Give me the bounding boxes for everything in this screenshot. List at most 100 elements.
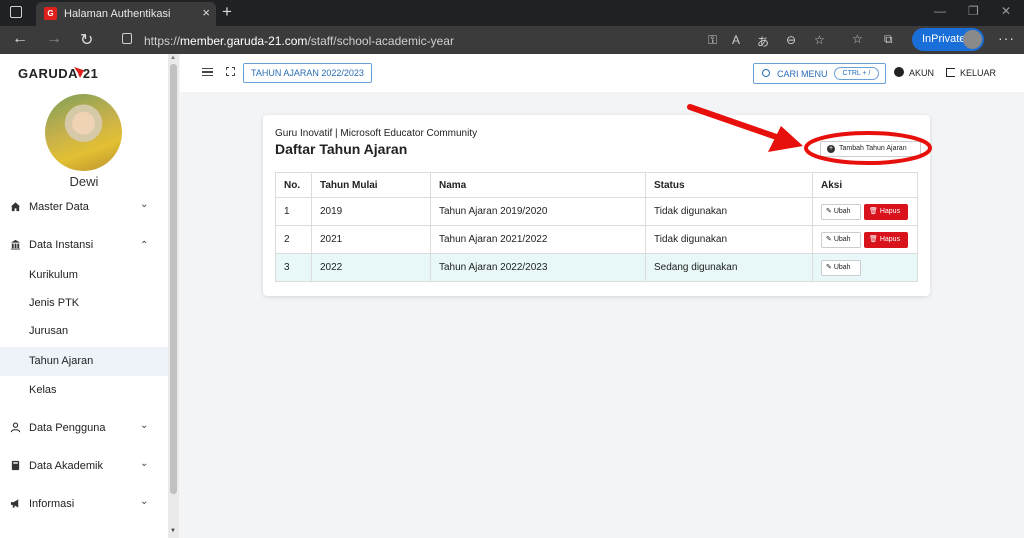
card-subtitle: Guru Inovatif | Microsoft Educator Commu… xyxy=(275,128,478,139)
inprivate-badge[interactable]: InPrivate xyxy=(912,28,984,51)
delete-button[interactable]: 🗑 Hapus xyxy=(864,203,908,220)
cell-aksi: ✎ Ubah 🗑 Hapus xyxy=(812,197,918,226)
table-row: 1 2019 Tahun Ajaran 2019/2020 Tidak digu… xyxy=(275,197,918,226)
edit-button[interactable]: ✎ Ubah xyxy=(821,231,861,248)
app-logo[interactable]: GARUDA-21 xyxy=(18,66,98,81)
sidebar-item-tahun-ajaran[interactable]: Tahun Ajaran xyxy=(0,347,168,376)
search-menu-button[interactable]: CARI MENU CTRL + / xyxy=(753,63,886,84)
chevron-down-icon: ⌄ xyxy=(140,420,149,431)
logout-icon[interactable] xyxy=(946,68,955,77)
cell-no: 3 xyxy=(275,253,312,282)
add-button-label: Tambah Tahun Ajaran xyxy=(839,145,907,152)
fullscreen-icon[interactable] xyxy=(226,67,235,76)
column-header-no: No. xyxy=(275,172,312,198)
cell-no: 1 xyxy=(275,197,312,226)
sidebar-item-data-instansi[interactable]: Data Instansi ⌃ xyxy=(0,232,168,260)
close-tab-icon[interactable]: × xyxy=(202,5,210,20)
sidebar-subitem-label: Kelas xyxy=(29,384,57,396)
edit-button[interactable]: ✎ Ubah xyxy=(821,259,861,276)
sidebar-item-data-akademik[interactable]: Data Akademik ⌄ xyxy=(0,453,168,481)
sidebar-scrollbar[interactable]: ▲ ▼ xyxy=(168,54,179,538)
table-row: 3 2022 Tahun Ajaran 2022/2023 Sedang dig… xyxy=(275,253,918,282)
add-academic-year-button[interactable]: + Tambah Tahun Ajaran xyxy=(820,141,921,157)
favorites-icon[interactable]: ☆ xyxy=(852,32,863,46)
keyboard-shortcut-badge: CTRL + / xyxy=(834,67,879,80)
scroll-up-icon[interactable]: ▲ xyxy=(170,55,176,61)
url-field[interactable]: https://member.garuda-21.com/staff/schoo… xyxy=(112,28,838,52)
refresh-icon[interactable]: ↻ xyxy=(80,30,93,50)
cell-no: 2 xyxy=(275,225,312,254)
browser-tab-strip: G Halaman Authentikasi × + — ❐ ✕ xyxy=(0,0,1024,26)
cell-status: Sedang digunakan xyxy=(645,253,813,282)
back-icon[interactable]: ← xyxy=(12,30,28,48)
tab-title: Halaman Authentikasi xyxy=(64,8,171,20)
translate-icon[interactable]: あ xyxy=(757,33,769,50)
cell-nama: Tahun Ajaran 2019/2020 xyxy=(430,197,646,226)
cell-nama: Tahun Ajaran 2022/2023 xyxy=(430,253,646,282)
account-icon[interactable] xyxy=(894,67,904,77)
account-button[interactable]: AKUN xyxy=(909,68,934,78)
key-icon[interactable]: ⚿ xyxy=(708,33,717,48)
chevron-up-icon: ⌃ xyxy=(140,240,149,251)
sidebar: GARUDA-21 Dewi Master Data ⌄ Data Instan… xyxy=(0,54,168,538)
cell-aksi: ✎ Ubah 🗑 Hapus xyxy=(812,225,918,254)
favorite-add-icon[interactable]: ☆ xyxy=(814,33,825,47)
sidebar-item-master-data[interactable]: Master Data ⌄ xyxy=(0,194,168,222)
page-title: Daftar Tahun Ajaran xyxy=(275,141,408,157)
logout-button[interactable]: KELUAR xyxy=(960,68,996,78)
tab-actions-icon[interactable] xyxy=(10,6,22,18)
new-tab-icon[interactable]: + xyxy=(222,2,232,22)
sidebar-item-kelas[interactable]: Kelas xyxy=(0,376,168,405)
sidebar-item-jurusan[interactable]: Jurusan xyxy=(0,317,168,346)
column-header-aksi: Aksi xyxy=(812,172,918,198)
close-window-icon[interactable]: ✕ xyxy=(1001,4,1011,18)
institution-icon xyxy=(10,239,21,250)
cell-tahun-mulai: 2019 xyxy=(311,197,431,226)
zoom-icon[interactable]: ⊖ xyxy=(786,33,796,47)
column-header-status: Status xyxy=(645,172,813,198)
address-bar: ← → ↻ https://member.garuda-21.com/staff… xyxy=(0,26,1024,54)
garuda-favicon-icon: G xyxy=(44,7,57,20)
edit-label: Ubah xyxy=(833,235,851,243)
sidebar-item-data-pengguna[interactable]: Data Pengguna ⌄ xyxy=(0,415,168,443)
sidebar-item-label: Informasi xyxy=(29,498,75,510)
sidebar-subitem-label: Jurusan xyxy=(29,325,69,337)
book-icon xyxy=(11,460,20,471)
sidebar-subitem-label: Jenis PTK xyxy=(29,297,80,309)
restore-icon[interactable]: ❐ xyxy=(968,4,979,18)
chevron-down-icon: ⌄ xyxy=(140,496,149,507)
sidebar-item-informasi[interactable]: Informasi ⌄ xyxy=(0,491,168,519)
more-options-icon[interactable]: ··· xyxy=(998,30,1015,46)
plus-circle-icon: + xyxy=(827,145,835,153)
collections-icon[interactable]: ⧉ xyxy=(884,32,893,47)
minimize-icon[interactable]: — xyxy=(934,4,946,18)
delete-label: Hapus xyxy=(879,207,901,215)
lock-icon xyxy=(122,33,132,44)
edit-button[interactable]: ✎ Ubah xyxy=(821,203,861,220)
column-header-nama: Nama xyxy=(430,172,646,198)
forward-icon[interactable]: → xyxy=(46,30,62,48)
cell-status: Tidak digunakan xyxy=(645,197,813,226)
academic-year-table: No. Tahun Mulai Nama Status Aksi 1 2019 … xyxy=(275,172,918,282)
megaphone-icon xyxy=(10,499,19,508)
browser-tab[interactable]: G Halaman Authentikasi × xyxy=(36,2,216,26)
column-header-tahun-mulai: Tahun Mulai xyxy=(311,172,431,198)
delete-button[interactable]: 🗑 Hapus xyxy=(864,231,908,248)
sidebar-item-label: Master Data xyxy=(29,201,89,213)
sidebar-item-jenis-ptk[interactable]: Jenis PTK xyxy=(0,289,168,318)
home-icon xyxy=(10,202,21,212)
scroll-thumb[interactable] xyxy=(170,64,177,494)
table-header-row: No. Tahun Mulai Nama Status Aksi xyxy=(275,172,918,198)
cell-tahun-mulai: 2021 xyxy=(311,225,431,254)
search-icon xyxy=(762,69,770,77)
scroll-down-icon[interactable]: ▼ xyxy=(170,528,176,534)
page: GARUDA-21 Dewi Master Data ⌄ Data Instan… xyxy=(0,54,1024,538)
academic-year-button[interactable]: TAHUN AJARAN 2022/2023 xyxy=(243,63,372,83)
url-text: https://member.garuda-21.com/staff/schoo… xyxy=(144,34,454,48)
sidebar-item-label: Data Akademik xyxy=(29,460,103,472)
menu-toggle-icon[interactable] xyxy=(202,68,213,76)
read-aloud-icon[interactable]: A xyxy=(732,33,740,47)
sidebar-item-kurikulum[interactable]: Kurikulum xyxy=(0,261,168,290)
inprivate-label: InPrivate xyxy=(922,33,966,45)
cell-nama: Tahun Ajaran 2021/2022 xyxy=(430,225,646,254)
